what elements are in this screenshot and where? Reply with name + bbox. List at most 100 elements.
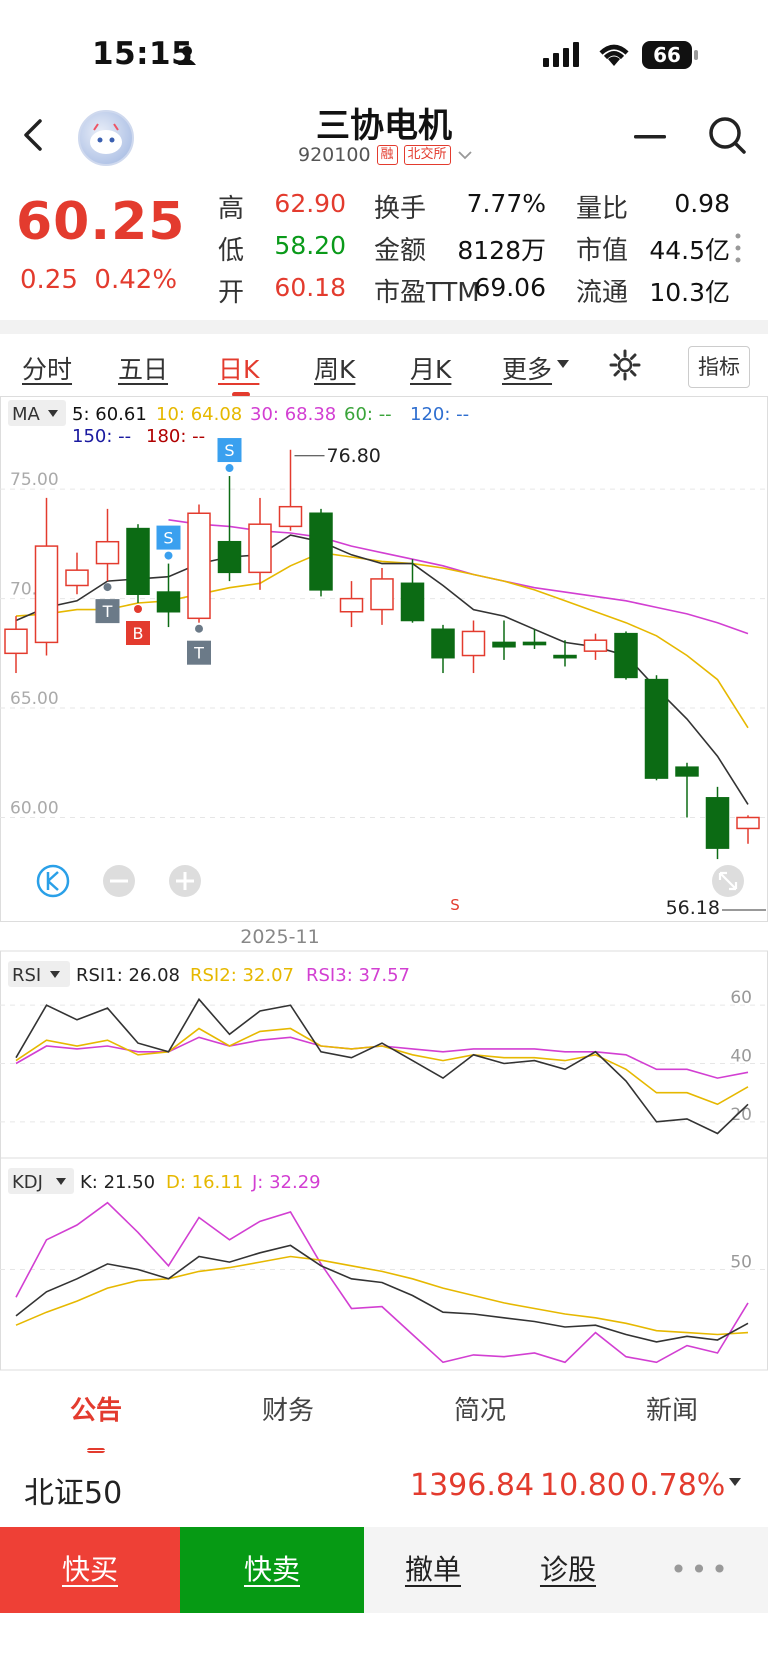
tab-3[interactable]: 周K bbox=[314, 350, 355, 386]
exchange-tag: 北交所 bbox=[403, 145, 451, 165]
battery-tip bbox=[694, 50, 698, 60]
candle-body bbox=[309, 512, 333, 591]
info-tab-1[interactable]: 财务 bbox=[262, 1390, 314, 1427]
signal-label: T bbox=[102, 602, 113, 621]
indicator-button[interactable]: 指标 bbox=[688, 346, 750, 388]
rsi-tick-label: 60 bbox=[730, 988, 752, 1008]
kdj-legend-item: J: 32.29 bbox=[251, 1172, 321, 1193]
more-vertical-icon[interactable] bbox=[733, 232, 743, 264]
caret-down-icon[interactable] bbox=[556, 358, 570, 370]
change-pct: 0.42% bbox=[94, 265, 178, 295]
signal-dot bbox=[103, 583, 112, 592]
signal-dot bbox=[225, 464, 234, 473]
info-tab-0[interactable]: 公告 bbox=[70, 1390, 122, 1427]
ma-selector: MA bbox=[12, 404, 41, 425]
stat-value: 60.18 bbox=[274, 273, 346, 302]
ma-legend-item: 60: -- bbox=[344, 404, 392, 425]
ma-legend-item: 180: -- bbox=[146, 426, 205, 447]
index-price: 1396.84 bbox=[410, 1468, 535, 1503]
wifi-icon bbox=[599, 44, 629, 66]
index-name[interactable]: 北证50 bbox=[24, 1468, 122, 1512]
candle-body bbox=[126, 527, 150, 595]
margin-tag: 融 bbox=[376, 145, 398, 165]
battery-icon: 66 bbox=[642, 41, 692, 69]
candle-body bbox=[278, 505, 303, 528]
candle-body bbox=[187, 512, 211, 620]
rsi-tick-label: 20 bbox=[730, 1105, 752, 1125]
quick-buy-button[interactable]: 快买 bbox=[0, 1527, 180, 1613]
signal-label: T bbox=[193, 644, 204, 663]
tab-0[interactable]: 分时 bbox=[22, 350, 72, 386]
tab-2[interactable]: 日K bbox=[218, 350, 259, 386]
candle-body bbox=[4, 628, 28, 655]
ma-legend-item: 10: 64.08 bbox=[156, 404, 242, 425]
search-icon[interactable] bbox=[706, 114, 748, 156]
candle-body bbox=[705, 797, 730, 849]
more-actions-button[interactable]: ••• bbox=[634, 1527, 768, 1613]
index-change: 10.80 bbox=[540, 1468, 626, 1503]
rsi-selector: RSI bbox=[12, 965, 41, 986]
price-change: 0.25 0.42% bbox=[20, 265, 177, 295]
person-icon bbox=[178, 46, 196, 65]
signal-dot bbox=[134, 604, 142, 613]
stat-value: 0.98 bbox=[674, 189, 730, 218]
candle-body bbox=[370, 578, 394, 611]
y-tick-label: 60.00 bbox=[10, 799, 59, 819]
high-marker: 76.80 bbox=[327, 445, 381, 467]
rsi-tick-label: 40 bbox=[730, 1047, 752, 1067]
change-value: 0.25 bbox=[20, 265, 78, 295]
low-marker: 56.18 bbox=[666, 897, 720, 919]
stat-label: 换手 bbox=[374, 194, 427, 224]
candle-body bbox=[675, 766, 699, 777]
gear-icon[interactable] bbox=[608, 348, 642, 382]
sell-flag: S bbox=[450, 896, 460, 914]
candle-body bbox=[65, 569, 89, 587]
y-tick-label: 65.00 bbox=[10, 689, 59, 709]
candle-body bbox=[400, 582, 425, 622]
quick-sell-button[interactable]: 快卖 bbox=[180, 1527, 364, 1613]
battery-level: 66 bbox=[653, 43, 681, 67]
status-bar: 15:15 66 bbox=[0, 0, 768, 100]
candle-body bbox=[339, 597, 364, 613]
ma-legend-item: 5: 60.61 bbox=[72, 404, 147, 425]
minus-icon[interactable] bbox=[632, 122, 670, 152]
tab-4[interactable]: 月K bbox=[410, 350, 451, 386]
stock-subline: 920100 融 北交所 bbox=[298, 144, 473, 166]
stock-code: 920100 bbox=[298, 144, 371, 166]
tab-5[interactable]: 更多 bbox=[502, 350, 552, 386]
signal-icon bbox=[543, 42, 579, 67]
signal-label: S bbox=[163, 529, 173, 548]
rsi1-line bbox=[15, 997, 749, 1135]
kline-chart[interactable]: 75.0070.0065.0060.00TBSTS 76.8056.18SMA 5:… bbox=[0, 396, 768, 1376]
candle-body bbox=[736, 816, 760, 830]
info-tab-2[interactable]: 简况 bbox=[454, 1390, 506, 1427]
k-line bbox=[15, 1244, 749, 1343]
candle-body bbox=[644, 678, 669, 779]
candle-body bbox=[34, 545, 59, 644]
stat-label: 金额 bbox=[374, 236, 427, 266]
kdj-tick-label: 50 bbox=[730, 1253, 752, 1273]
diagnose-button[interactable]: 诊股 bbox=[502, 1527, 635, 1613]
candle-body bbox=[95, 540, 120, 565]
cancel-order-button[interactable]: 撤单 bbox=[364, 1527, 503, 1613]
ma-legend-item: 120: -- bbox=[410, 404, 469, 425]
last-price: 60.25 bbox=[16, 192, 186, 252]
caret-down-icon[interactable] bbox=[728, 1476, 742, 1488]
d-line bbox=[15, 1255, 749, 1336]
y-tick-label: 75.00 bbox=[10, 470, 59, 490]
stat-value: 10.3亿 bbox=[649, 278, 730, 307]
signal-label: B bbox=[133, 624, 144, 643]
signal-dot bbox=[164, 551, 173, 560]
main-chart-frame bbox=[0, 396, 768, 922]
ma-legend-item: 150: -- bbox=[72, 426, 131, 447]
candle-body bbox=[614, 632, 638, 679]
tab-1[interactable]: 五日 bbox=[118, 350, 168, 386]
signal-label: S bbox=[224, 441, 234, 460]
kdj-legend-item: K: 21.50 bbox=[80, 1172, 155, 1193]
rsi2-line bbox=[15, 1027, 749, 1106]
chevron-down-icon[interactable] bbox=[457, 149, 473, 161]
candle-body bbox=[156, 591, 181, 613]
stat-value: 69.06 bbox=[474, 273, 546, 302]
index-change-pct: 0.78% bbox=[630, 1468, 726, 1503]
info-tab-3[interactable]: 新闻 bbox=[646, 1390, 698, 1427]
